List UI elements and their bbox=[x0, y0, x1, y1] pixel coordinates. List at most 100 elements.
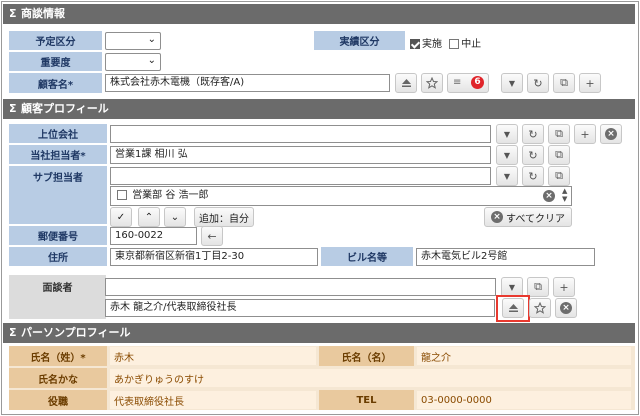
last-name-label: 氏名（姓）* bbox=[9, 346, 107, 366]
chevron-down-icon: ⌄ bbox=[147, 34, 156, 45]
expand-button[interactable]: ▼ bbox=[496, 124, 518, 144]
customer-section-header[interactable]: Σ 顧客プロフィール bbox=[3, 99, 635, 119]
select-person-button[interactable] bbox=[502, 298, 524, 318]
remove-sub-rep-icon[interactable]: × bbox=[543, 190, 555, 202]
copy-icon: ⧉ bbox=[555, 169, 563, 182]
sigma-icon: Σ bbox=[9, 102, 17, 115]
chevron-up-icon: ⌃ bbox=[144, 211, 154, 223]
result-type-label: 実績区分 bbox=[314, 31, 405, 50]
select-customer-button[interactable] bbox=[395, 73, 417, 93]
meeting-person-input[interactable] bbox=[105, 278, 496, 296]
chevron-down-icon: ▼ bbox=[508, 282, 516, 292]
star-icon bbox=[534, 302, 546, 314]
tel-label: TEL bbox=[319, 390, 414, 410]
scheduled-type-select[interactable]: ⌄ bbox=[105, 32, 161, 50]
favorite-button[interactable] bbox=[421, 73, 443, 93]
copy-icon: ⧉ bbox=[555, 127, 563, 140]
sigma-icon: Σ bbox=[9, 326, 17, 339]
job-title-value: 代表取締役社長 bbox=[110, 391, 316, 409]
parent-company-input[interactable] bbox=[110, 125, 491, 143]
refresh-button[interactable]: ↻ bbox=[522, 145, 544, 165]
expand-button[interactable]: ▼ bbox=[501, 73, 523, 93]
copy-button[interactable]: ⧉ bbox=[553, 73, 575, 93]
expand-button[interactable]: ▼ bbox=[496, 166, 518, 186]
scroll-spinner[interactable]: ▲ ▼ bbox=[562, 187, 567, 203]
our-rep-input[interactable]: 営業1課 相川 弘 bbox=[110, 146, 491, 164]
add-button[interactable]: + bbox=[579, 73, 601, 93]
chevron-down-icon: ▼ bbox=[503, 171, 511, 181]
clear-button[interactable]: × bbox=[555, 298, 577, 318]
kana-label: 氏名かな bbox=[9, 368, 107, 388]
last-name-value: 赤木 bbox=[110, 347, 316, 365]
close-icon: × bbox=[491, 211, 504, 223]
move-up-button[interactable]: ⌃ bbox=[138, 207, 160, 227]
chevron-down-icon: ▼ bbox=[508, 78, 516, 88]
check-icon: ✓ bbox=[116, 211, 126, 223]
list-icon: ≡ bbox=[453, 77, 462, 88]
customer-name-input[interactable]: 株式会社赤木電機（既存客/A) bbox=[105, 74, 390, 92]
done-checkbox[interactable] bbox=[410, 39, 420, 49]
building-label: ビル名等 bbox=[321, 247, 413, 266]
clear-all-label: すべてクリア bbox=[506, 213, 565, 225]
address-label: 住所 bbox=[9, 247, 107, 266]
move-down-button[interactable]: ⌄ bbox=[164, 207, 186, 227]
chevron-down-icon: ⌄ bbox=[147, 55, 156, 66]
chevron-down-icon: ⌄ bbox=[170, 211, 180, 223]
sub-rep-list: 営業部 谷 浩一郎 bbox=[110, 186, 572, 206]
customer-section-title: 顧客プロフィール bbox=[21, 102, 109, 115]
parent-company-label: 上位会社 bbox=[9, 124, 107, 143]
sub-rep-label: サブ担当者 bbox=[9, 166, 107, 224]
tel-value: 03-0000-0000 bbox=[417, 391, 631, 409]
refresh-button[interactable]: ↻ bbox=[522, 166, 544, 186]
close-icon: × bbox=[560, 302, 572, 314]
add-button[interactable]: + bbox=[574, 124, 596, 144]
copy-icon: ⧉ bbox=[534, 280, 542, 293]
scheduled-type-label: 予定区分 bbox=[9, 31, 102, 50]
job-title-label: 役職 bbox=[9, 390, 107, 410]
zip-lookup-button[interactable]: ← bbox=[201, 226, 223, 246]
expand-button[interactable]: ▼ bbox=[496, 145, 518, 165]
chevron-down-icon: ▼ bbox=[503, 129, 511, 139]
copy-button[interactable]: ⧉ bbox=[548, 166, 570, 186]
building-input[interactable]: 赤木電気ビル2号館 bbox=[416, 248, 595, 266]
plus-icon: + bbox=[580, 127, 590, 141]
clear-all-button[interactable]: × すべてクリア bbox=[484, 207, 572, 227]
person-section-header[interactable]: Σ パーソンプロフィール bbox=[3, 323, 635, 343]
copy-button[interactable]: ⧉ bbox=[548, 124, 570, 144]
copy-button[interactable]: ⧉ bbox=[527, 277, 549, 297]
first-name-value: 龍之介 bbox=[417, 347, 631, 365]
add-self-button[interactable]: 追加：自分 bbox=[194, 207, 254, 227]
plus-icon: + bbox=[585, 76, 595, 90]
refresh-button[interactable]: ↻ bbox=[527, 73, 549, 93]
copy-button[interactable]: ⧉ bbox=[548, 145, 570, 165]
chevron-down-icon: ▼ bbox=[503, 150, 511, 160]
refresh-icon: ↻ bbox=[528, 127, 538, 141]
favorite-button[interactable] bbox=[529, 298, 551, 318]
importance-select[interactable]: ⌄ bbox=[105, 53, 161, 71]
sub-rep-input[interactable] bbox=[110, 167, 491, 185]
sub-rep-checkbox[interactable] bbox=[117, 190, 127, 200]
deal-section-header[interactable]: Σ 商談情報 bbox=[3, 4, 635, 24]
sub-rep-item: 営業部 谷 浩一郎 bbox=[132, 190, 209, 201]
plus-icon: + bbox=[559, 280, 569, 294]
refresh-icon: ↻ bbox=[528, 169, 538, 183]
meeting-person-label: 面談者 bbox=[42, 283, 73, 294]
first-name-label: 氏名（名） bbox=[319, 346, 414, 366]
select-all-button[interactable]: ✓ bbox=[110, 207, 132, 227]
notification-badge: 6 bbox=[471, 76, 484, 89]
deal-section-title: 商談情報 bbox=[21, 7, 65, 20]
clear-button[interactable]: × bbox=[600, 124, 622, 144]
copy-icon: ⧉ bbox=[560, 76, 568, 89]
meeting-person-value[interactable]: 赤木 龍之介/代表取締役社長 bbox=[105, 299, 495, 317]
person-section-title: パーソンプロフィール bbox=[21, 326, 131, 339]
zip-label: 郵便番号 bbox=[9, 226, 107, 245]
result-type-options: 実施 中止 bbox=[410, 35, 481, 50]
address-input[interactable]: 東京都新宿区新宿1丁目2-30 bbox=[110, 248, 318, 266]
add-button[interactable]: + bbox=[553, 277, 575, 297]
zip-input[interactable]: 160-0022 bbox=[110, 227, 197, 245]
refresh-button[interactable]: ↻ bbox=[522, 124, 544, 144]
eject-icon bbox=[401, 79, 411, 87]
customer-name-label: 顧客名* bbox=[9, 73, 102, 93]
cancel-checkbox[interactable] bbox=[449, 39, 460, 49]
expand-button[interactable]: ▼ bbox=[501, 277, 523, 297]
